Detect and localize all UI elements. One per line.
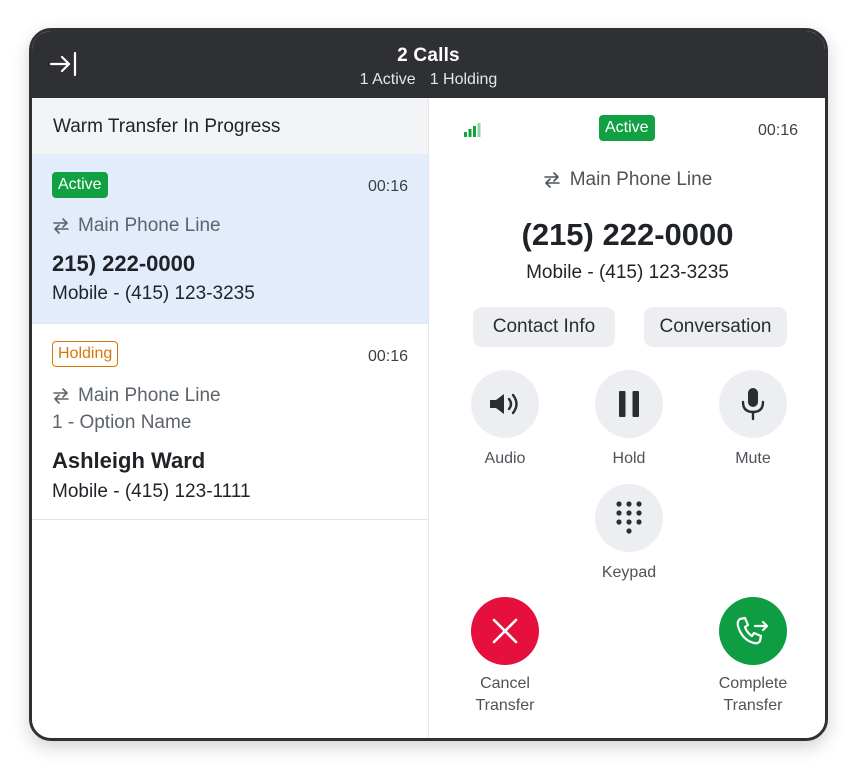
holding-count: 1 Holding — [429, 71, 498, 88]
dialpad-icon — [616, 501, 642, 534]
audio-label: Audio — [484, 450, 526, 467]
call-list-panel: Warm Transfer In Progress Active 00:16 M… — [32, 98, 429, 738]
hold-label: Hold — [612, 450, 646, 467]
caller-sub: Mobile - (415) 123-3235 — [526, 262, 729, 283]
mute-control: Mute — [698, 370, 808, 470]
caller-number: 215) 222-0000 — [52, 251, 196, 276]
complete-label-line1: Complete — [718, 675, 788, 692]
microphone-icon — [741, 388, 765, 421]
call-timer: 00:16 — [367, 348, 408, 365]
line-row: Main Phone Line — [52, 215, 221, 237]
keypad-control: Keypad — [574, 484, 684, 584]
line-name: Main Phone Line — [78, 215, 221, 236]
mute-label: Mute — [735, 450, 771, 467]
ivr-option: 1 - Option Name — [52, 412, 192, 433]
complete-transfer-label: Complete Transfer — [698, 673, 808, 717]
calls-subtitle: 1 Active 1 Holding — [32, 71, 825, 89]
caller-number: (215) 222-0000 — [521, 217, 734, 252]
transfer-arrows-icon — [53, 388, 69, 404]
complete-transfer-control: Complete Transfer — [698, 597, 808, 717]
keypad-button[interactable] — [595, 484, 663, 552]
mute-button[interactable] — [719, 370, 787, 438]
hold-control: Hold — [574, 370, 684, 470]
line-row: Main Phone Line — [52, 385, 221, 407]
pause-icon — [619, 391, 639, 417]
call-timer: 00:16 — [367, 178, 408, 195]
hold-button[interactable] — [595, 370, 663, 438]
calls-title: 2 Calls — [397, 45, 460, 66]
status-badge: Active — [599, 115, 655, 141]
titlebar: 2 Calls 1 Active 1 Holding — [32, 31, 825, 98]
speaker-icon — [490, 393, 518, 415]
caller-name: Ashleigh Ward — [52, 448, 206, 473]
complete-transfer-button[interactable] — [719, 597, 787, 665]
cancel-label-line1: Cancel — [480, 675, 530, 692]
contact-info-button[interactable]: Contact Info — [473, 307, 615, 347]
close-icon — [492, 618, 518, 644]
status-badge: Active — [52, 172, 108, 198]
status-badge: Holding — [52, 341, 119, 367]
caller-sub: Mobile - (415) 123-3235 — [52, 283, 255, 304]
call-list-header: Warm Transfer In Progress — [32, 98, 428, 154]
call-window: 2 Calls 1 Active 1 Holding Warm Transfer … — [29, 28, 828, 741]
caller-sub: Mobile - (415) 123-1111 — [52, 481, 251, 502]
call-card-holding[interactable]: Holding 00:16 Main Phone Line 1 - Option… — [32, 324, 428, 520]
line-row: Main Phone Line — [430, 169, 825, 191]
signal-strength-icon — [464, 123, 481, 137]
audio-control: Audio — [450, 370, 560, 470]
keypad-label: Keypad — [601, 564, 657, 581]
cancel-label-line2: Transfer — [475, 697, 535, 714]
call-card-active[interactable]: Active 00:16 Main Phone Line 215) 222-00… — [32, 154, 428, 324]
audio-button[interactable] — [471, 370, 539, 438]
line-name: Main Phone Line — [569, 169, 713, 190]
active-count: 1 Active — [359, 71, 416, 88]
cancel-transfer-control: Cancel Transfer — [450, 597, 560, 717]
active-call-panel: Active 00:16 Main Phone Line (215) 222-0… — [430, 98, 825, 738]
line-name: Main Phone Line — [78, 385, 221, 406]
cancel-transfer-label: Cancel Transfer — [450, 673, 560, 717]
call-timer: 00:16 — [757, 122, 798, 139]
transfer-arrows-icon — [53, 218, 69, 234]
phone-transfer-icon — [736, 616, 769, 645]
transfer-arrows-icon — [543, 172, 560, 188]
cancel-transfer-button[interactable] — [471, 597, 539, 665]
conversation-button[interactable]: Conversation — [644, 307, 787, 347]
complete-label-line2: Transfer — [723, 697, 783, 714]
